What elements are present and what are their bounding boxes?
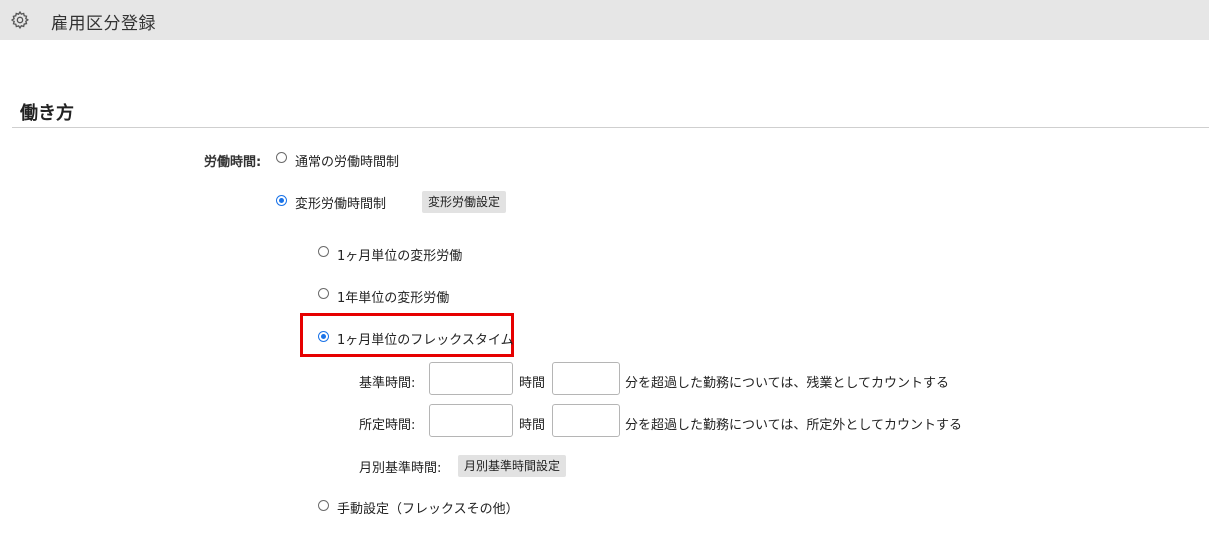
page-title: 雇用区分登録 bbox=[51, 14, 156, 34]
standard-hours-unit: 時間 bbox=[519, 376, 546, 391]
monthly-standard-time-label: 月別基準時間: bbox=[359, 461, 442, 476]
scheduled-time-description: 分を超過した勤務については、所定外としてカウントする bbox=[625, 418, 962, 433]
radio-monthly-flex[interactable] bbox=[318, 331, 329, 342]
scheduled-minutes-input[interactable] bbox=[552, 404, 620, 437]
option-yearly-variable-label: 1年単位の変形労働 bbox=[337, 291, 450, 306]
option-manual-settings-label: 手動設定（フレックスその他） bbox=[337, 502, 519, 517]
gear-icon bbox=[10, 10, 30, 30]
option-monthly-variable-label: 1ヶ月単位の変形労働 bbox=[337, 249, 463, 264]
radio-manual-settings[interactable] bbox=[318, 500, 329, 511]
scheduled-time-label: 所定時間: bbox=[359, 418, 416, 433]
option-monthly-flex-label: 1ヶ月単位のフレックスタイム bbox=[337, 333, 514, 348]
radio-variable-hours[interactable] bbox=[276, 195, 287, 206]
section-title: 働き方 bbox=[20, 103, 74, 124]
standard-time-description: 分を超過した勤務については、残業としてカウントする bbox=[625, 376, 949, 391]
radio-monthly-variable[interactable] bbox=[318, 246, 329, 257]
variable-labor-settings-button[interactable]: 変形労働設定 bbox=[422, 191, 507, 213]
labor-time-label: 労働時間: bbox=[204, 155, 262, 170]
scheduled-hours-input[interactable] bbox=[429, 404, 513, 437]
section-divider bbox=[12, 127, 1209, 128]
title-bar: 雇用区分登録 bbox=[0, 0, 1209, 40]
option-variable-hours-label: 変形労働時間制 bbox=[295, 197, 387, 212]
standard-time-label: 基準時間: bbox=[359, 376, 416, 391]
scheduled-hours-unit: 時間 bbox=[519, 418, 546, 433]
standard-hours-input[interactable] bbox=[429, 362, 513, 395]
option-normal-hours-label: 通常の労働時間制 bbox=[295, 155, 400, 170]
monthly-standard-time-settings-button[interactable]: 月別基準時間設定 bbox=[458, 455, 567, 477]
standard-minutes-input[interactable] bbox=[552, 362, 620, 395]
radio-normal-hours[interactable] bbox=[276, 152, 287, 163]
radio-yearly-variable[interactable] bbox=[318, 288, 329, 299]
